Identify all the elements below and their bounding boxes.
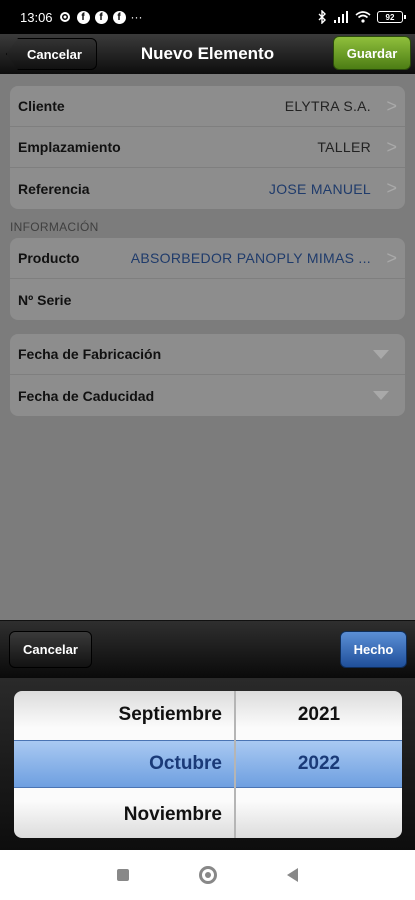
row-value: JOSE MANUEL xyxy=(268,180,371,197)
bluetooth-icon xyxy=(317,10,327,24)
facebook-icon: f xyxy=(112,10,126,24)
row-label: Cliente xyxy=(18,98,65,114)
row-fecha-caducidad[interactable]: Fecha de Caducidad xyxy=(10,375,405,416)
picker-year-item[interactable] xyxy=(236,793,402,837)
row-numero-serie[interactable]: Nº Serie xyxy=(10,279,405,320)
picker-toolbar: Cancelar Hecho xyxy=(0,620,415,678)
row-label: Fecha de Caducidad xyxy=(18,387,155,404)
details-group: Cliente ELYTRA S.A. > Emplazamiento TALL… xyxy=(10,86,405,209)
row-fecha-fabricacion[interactable]: Fecha de Fabricación xyxy=(10,334,405,375)
chevron-right-icon: > xyxy=(386,178,397,198)
facebook-icon: f xyxy=(94,10,108,24)
row-value: TALLER xyxy=(317,139,371,155)
row-label: Fecha de Fabricación xyxy=(18,346,162,362)
status-right: 92 xyxy=(317,10,406,24)
row-value: ABSORBEDOR PANOPLY MIMAS ... xyxy=(130,250,371,266)
row-cliente[interactable]: Cliente ELYTRA S.A. > xyxy=(10,86,405,127)
picker-month-item-selected[interactable]: Octubre xyxy=(14,742,234,786)
picker-month-item[interactable]: Septiembre xyxy=(14,693,234,737)
dropdown-triangle-icon xyxy=(373,391,389,400)
row-producto[interactable]: Producto ABSORBEDOR PANOPLY MIMAS ... > xyxy=(10,238,405,279)
signal-icon xyxy=(333,11,349,23)
row-value: ELYTRA S.A. xyxy=(284,98,371,114)
row-label: Emplazamiento xyxy=(18,139,121,155)
wifi-icon xyxy=(355,11,371,23)
recent-apps-icon[interactable] xyxy=(117,869,129,881)
chevron-right-icon: > xyxy=(386,247,397,268)
picker-done-button[interactable]: Hecho xyxy=(340,631,407,668)
form-content: Cliente ELYTRA S.A. > Emplazamiento TALL… xyxy=(0,74,415,620)
nav-bar: Cancelar Nuevo Elemento Guardar xyxy=(0,34,415,74)
back-icon[interactable] xyxy=(287,868,298,882)
more-icon: ··· xyxy=(130,10,143,24)
picker-year-column[interactable]: 2021 2022 xyxy=(236,691,402,838)
row-label: Producto xyxy=(18,250,80,266)
picker-cancel-button[interactable]: Cancelar xyxy=(9,631,92,668)
status-left: 13:06 f f f ··· xyxy=(20,10,143,25)
dates-group: Fecha de Fabricación Fecha de Caducidad xyxy=(10,334,405,416)
settings-icon xyxy=(58,10,72,24)
home-icon[interactable] xyxy=(199,866,217,884)
battery-icon: 92 xyxy=(377,11,406,23)
row-label: Nº Serie xyxy=(18,291,72,308)
row-referencia[interactable]: Referencia JOSE MANUEL > xyxy=(10,168,405,209)
row-emplazamiento[interactable]: Emplazamiento TALLER > xyxy=(10,127,405,168)
status-time: 13:06 xyxy=(20,9,53,25)
facebook-icon: f xyxy=(76,10,90,24)
section-header-informacion: INFORMACIÓN xyxy=(10,220,99,234)
status-bar: 13:06 f f f ··· 92 xyxy=(0,0,415,34)
chevron-right-icon: > xyxy=(386,95,397,116)
picker-year-item[interactable]: 2021 xyxy=(236,693,402,737)
picker-month-column[interactable]: Septiembre Octubre Noviembre xyxy=(14,691,236,838)
chevron-right-icon: > xyxy=(386,136,397,157)
date-picker[interactable]: Septiembre Octubre Noviembre 2021 2022 xyxy=(14,691,402,838)
picker-month-item[interactable]: Noviembre xyxy=(14,793,234,837)
dropdown-triangle-icon xyxy=(373,349,389,359)
system-nav-bar xyxy=(0,850,415,900)
picker-year-item-selected[interactable]: 2022 xyxy=(236,742,402,786)
info-group: Producto ABSORBEDOR PANOPLY MIMAS ... > … xyxy=(10,238,405,320)
row-label: Referencia xyxy=(18,180,90,197)
save-button[interactable]: Guardar xyxy=(333,36,411,70)
